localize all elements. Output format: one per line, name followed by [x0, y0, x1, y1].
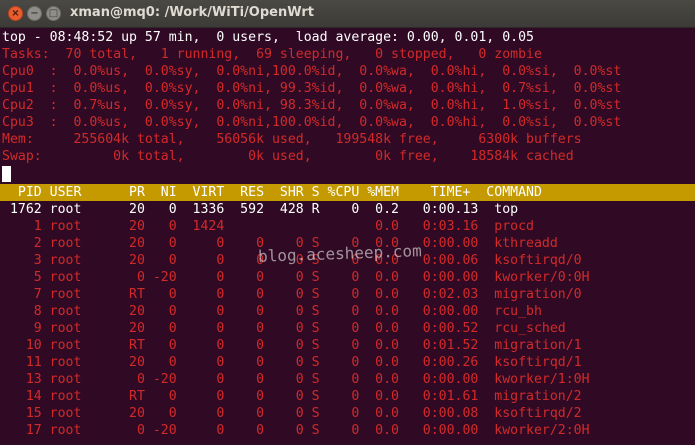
- window-title: xman@mq0: /Work/WiTi/OpenWrt: [70, 5, 314, 20]
- process-row: 17 root 0 -20 0 0 0 S 0 0.0 0:00.00 kwor…: [2, 423, 590, 438]
- mem-line: Mem: 255604k total, 56056k used, 199548k…: [2, 132, 582, 147]
- maximize-icon: □: [48, 8, 59, 19]
- process-row: 13 root 0 -20 0 0 0 S 0 0.0 0:00.00 kwor…: [2, 372, 590, 387]
- top-summary-line: top - 08:48:52 up 57 min, 0 users, load …: [2, 30, 534, 45]
- cpu2-line: Cpu2 : 0.7%us, 0.0%sy, 0.0%ni, 98.3%id, …: [2, 98, 622, 113]
- process-row: 10 root RT 0 0 0 0 S 0 0.0 0:01.52 migra…: [2, 338, 582, 353]
- cpu0-line: Cpu0 : 0.0%us, 0.0%sy, 0.0%ni,100.0%id, …: [2, 64, 622, 79]
- process-row: 9 root 20 0 0 0 0 S 0 0.0 0:00.52 rcu_sc…: [2, 321, 566, 336]
- column-header: PID USER PR NI VIRT RES SHR S %CPU %MEM …: [2, 185, 542, 200]
- terminal-area[interactable]: top - 08:48:52 up 57 min, 0 users, load …: [0, 29, 695, 445]
- minimize-icon: −: [30, 8, 39, 19]
- process-row: 8 root 20 0 0 0 0 S 0 0.0 0:00.00 rcu_bh: [2, 304, 542, 319]
- terminal-window: × − □ xman@mq0: /Work/WiTi/OpenWrt top -…: [0, 0, 695, 445]
- cpu1-line: Cpu1 : 0.0%us, 0.0%sy, 0.0%ni, 99.3%id, …: [2, 81, 622, 96]
- close-icon: ×: [11, 8, 20, 19]
- process-row: 1762 root 20 0 1336 592 428 R 0 0.2 0:00…: [2, 202, 519, 217]
- process-row: 15 root 20 0 0 0 0 S 0 0.0 0:00.08 ksoft…: [2, 406, 582, 421]
- maximize-button[interactable]: □: [46, 6, 61, 21]
- title-bar[interactable]: × − □ xman@mq0: /Work/WiTi/OpenWrt: [0, 0, 695, 28]
- close-button[interactable]: ×: [8, 6, 23, 21]
- text-cursor: [2, 166, 11, 182]
- process-row: 1 root 20 0 1424 0.0 0:03.16 procd: [2, 219, 534, 234]
- process-row: 7 root RT 0 0 0 0 S 0 0.0 0:02.03 migrat…: [2, 287, 582, 302]
- cpu3-line: Cpu3 : 0.0%us, 0.0%sy, 0.0%ni,100.0%id, …: [2, 115, 622, 130]
- process-row: 14 root RT 0 0 0 0 S 0 0.0 0:01.61 migra…: [2, 389, 582, 404]
- swap-line: Swap: 0k total, 0k used, 0k free, 18584k…: [2, 149, 574, 164]
- tasks-line: Tasks: 70 total, 1 running, 69 sleeping,…: [2, 47, 542, 62]
- minimize-button[interactable]: −: [27, 6, 42, 21]
- process-row: 5 root 0 -20 0 0 0 S 0 0.0 0:00.00 kwork…: [2, 270, 590, 285]
- process-row: 11 root 20 0 0 0 0 S 0 0.0 0:00.26 ksoft…: [2, 355, 582, 370]
